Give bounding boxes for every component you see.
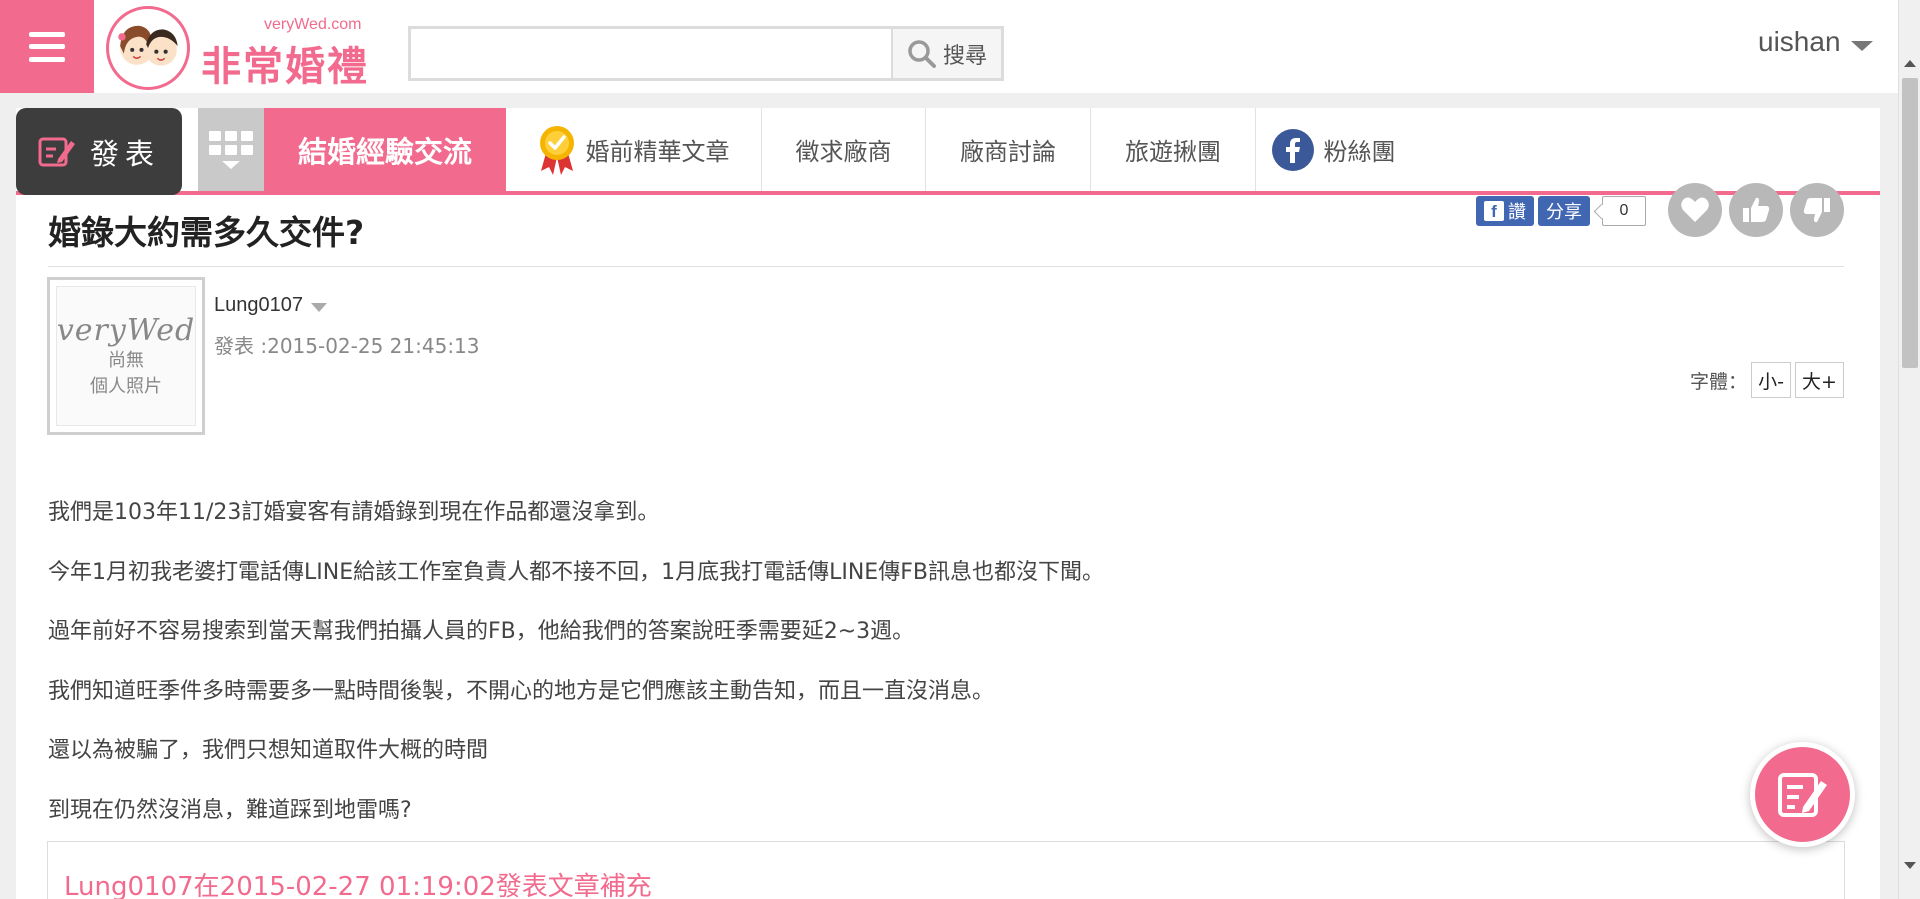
fb-like-button[interactable]: f 讚 <box>1476 196 1534 226</box>
post-title: 婚錄大約需多久交件? <box>48 213 365 252</box>
floating-compose-button[interactable] <box>1750 742 1855 847</box>
thumbs-down-icon <box>1803 198 1830 223</box>
brand-url: veryWed.com <box>264 16 362 33</box>
tab-label: 婚前精華文章 <box>585 138 730 166</box>
tab-fan-page[interactable]: 粉絲團 <box>1256 108 1411 191</box>
avatar[interactable]: veryWed 尚無 個人照片 <box>47 277 205 435</box>
tab-label: 旅遊揪團 <box>1125 138 1221 166</box>
share-group: f 讚 分享 0 <box>1476 196 1646 226</box>
tab-label: 粉絲團 <box>1323 138 1396 166</box>
tab-travel-group[interactable]: 旅遊揪團 <box>1091 108 1256 191</box>
username: uishan <box>1758 26 1841 57</box>
no-photo-line2: 個人照片 <box>90 375 162 397</box>
favorite-button[interactable] <box>1668 183 1722 237</box>
hamburger-icon <box>29 31 65 62</box>
post-paragraph: 今年1月初我老婆打電話傳LINE給該工作室負責人都不接不回，1月底我打電話傳LI… <box>48 559 1104 585</box>
fb-like-label: 讚 <box>1508 202 1526 222</box>
author-name: Lung0107 <box>214 294 303 316</box>
tab-vendor-request[interactable]: 徵求廠商 <box>762 108 926 191</box>
tab-label: 徵求廠商 <box>795 138 892 166</box>
category-grid-button[interactable] <box>198 108 264 191</box>
search-input[interactable] <box>411 29 891 78</box>
scroll-up-icon[interactable] <box>1904 60 1916 67</box>
chevron-down-icon <box>222 160 240 169</box>
font-larger-button[interactable]: 大+ <box>1795 362 1844 398</box>
chevron-down-icon <box>310 302 327 312</box>
dislike-button[interactable] <box>1790 183 1844 237</box>
tab-wedding-experience[interactable]: 結婚經驗交流 <box>264 108 506 191</box>
tab-label: 廠商討論 <box>960 138 1056 166</box>
avatar-placeholder: veryWed 尚無 個人照片 <box>56 286 196 426</box>
couple-mascot-icon <box>106 6 190 90</box>
no-photo-line1: 尚無 <box>108 349 144 371</box>
thumbs-up-icon <box>1743 197 1770 222</box>
search-button-label: 搜尋 <box>942 42 987 68</box>
facebook-icon <box>1271 128 1314 171</box>
facebook-icon: f <box>1484 201 1504 221</box>
medal-icon <box>539 125 574 175</box>
post-timestamp: 發表 :2015-02-25 21:45:13 <box>214 334 480 358</box>
post-button[interactable]: 發表 <box>16 108 182 195</box>
share-count: 0 <box>1602 196 1646 226</box>
scroll-down-icon[interactable] <box>1904 862 1916 869</box>
photo-watermark: veryWed <box>56 312 196 348</box>
like-button[interactable] <box>1729 183 1783 237</box>
reaction-buttons <box>1668 183 1844 237</box>
search-bar: 搜尋 <box>408 26 1004 81</box>
font-size-label: 字體： <box>1690 370 1748 393</box>
author-menu[interactable]: Lung0107 <box>214 294 327 317</box>
post-body: 我們是103年11/23訂婚宴客有請婚錄到現在作品都還沒拿到。 今年1月初我老婆… <box>48 483 1748 840</box>
font-size-control: 字體： 小- 大+ <box>1690 362 1844 398</box>
top-bar: veryWed.com 非常婚禮 搜尋 uishan <box>0 0 1920 93</box>
chevron-down-icon <box>1850 41 1873 51</box>
post-paragraph: 過年前好不容易搜索到當天幫我們拍攝人員的FB，他給我們的答案說旺季需要延2~3週… <box>48 619 915 644</box>
tab-vendor-discussion[interactable]: 廠商討論 <box>926 108 1091 191</box>
grid-icon <box>209 130 253 155</box>
tab-featured-articles[interactable]: 婚前精華文章 <box>506 108 762 191</box>
compose-icon <box>38 137 75 166</box>
fb-share-button[interactable]: 分享 <box>1538 196 1590 226</box>
search-icon <box>908 39 936 68</box>
nav-tabs: 結婚經驗交流 婚前精華文章 徵求廠商 廠商討論 旅遊揪團 粉絲團 <box>264 108 1411 191</box>
post-paragraph: 到現在仍然沒消息，難道踩到地雷嗎? <box>48 797 412 823</box>
font-smaller-button[interactable]: 小- <box>1751 362 1792 398</box>
brand-name: 非常婚禮 <box>201 45 369 89</box>
menu-button[interactable] <box>0 0 94 93</box>
post-paragraph: 我們知道旺季件多時需要多一點時間後製，不開心的地方是它們應該主動告知，而且一直沒… <box>48 678 995 704</box>
title-divider <box>48 266 1844 267</box>
fb-share-label: 分享 <box>1546 202 1582 222</box>
search-button[interactable]: 搜尋 <box>891 29 1001 78</box>
post-paragraph: 還以為被騙了，我們只想知道取件大概的時間 <box>48 738 489 763</box>
heart-icon <box>1681 197 1709 222</box>
site-logo[interactable]: veryWed.com 非常婚禮 <box>106 4 376 90</box>
supplement-title: Lung0107在2015-02-27 01:19:02發表文章補充 <box>64 872 652 899</box>
compose-icon <box>1777 772 1827 817</box>
post-button-label: 發表 <box>89 138 160 171</box>
scroll-thumb[interactable] <box>1902 78 1918 368</box>
scrollbar[interactable] <box>1898 0 1920 899</box>
post-paragraph: 我們是103年11/23訂婚宴客有請婚錄到現在作品都還沒拿到。 <box>48 500 660 525</box>
tab-label: 結婚經驗交流 <box>297 134 472 169</box>
user-menu[interactable]: uishan <box>1758 24 1873 60</box>
